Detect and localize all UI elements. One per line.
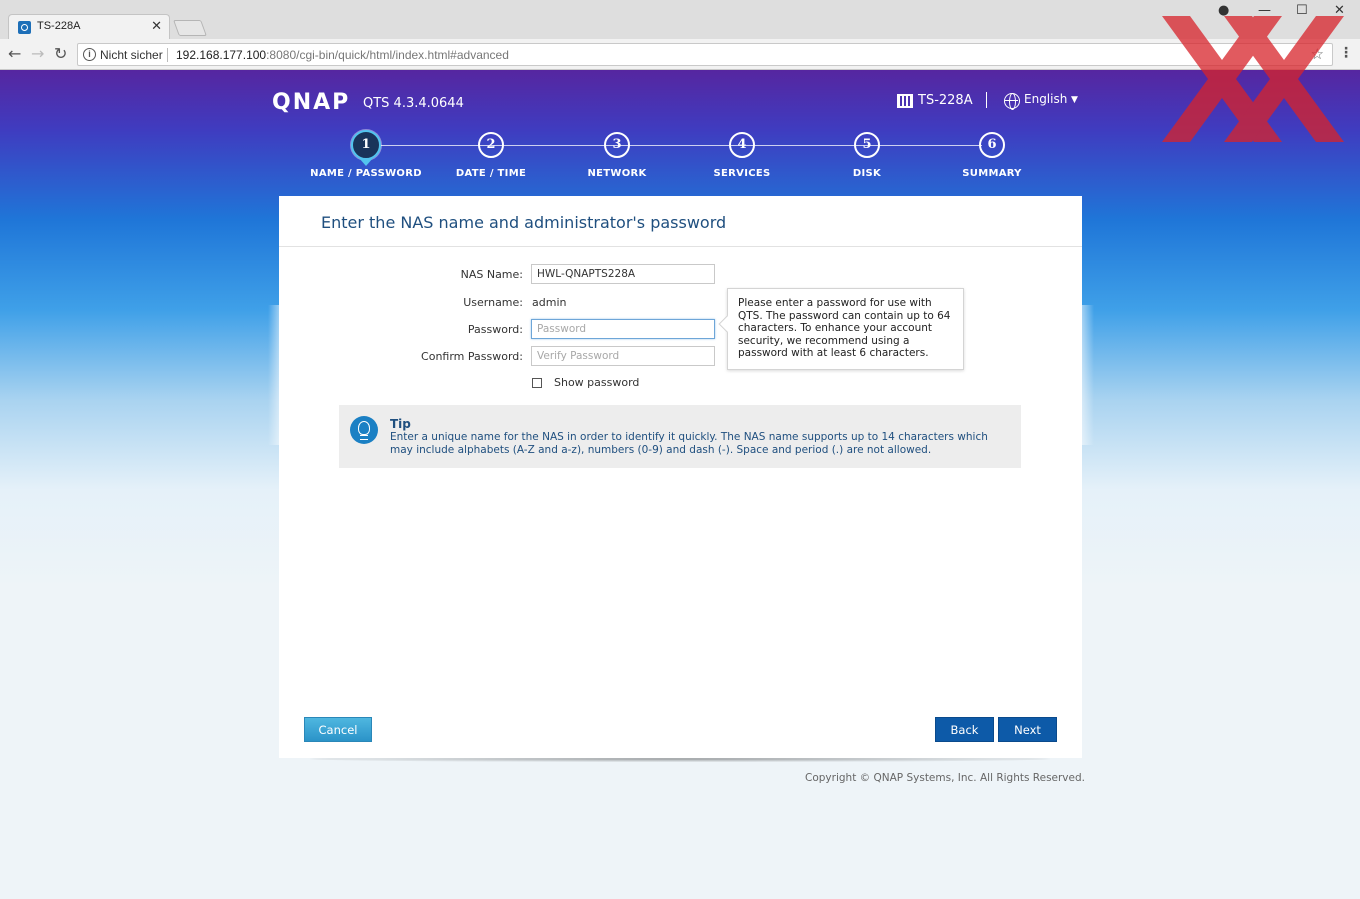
qnap-favicon-icon bbox=[18, 21, 31, 34]
browser-tab-bar: TS-228A ✕ ● — ☐ ✕ bbox=[0, 0, 1360, 39]
qnap-setup-page: QNAP QTS 4.3.4.0644 TS-228A English ▼ 1 … bbox=[0, 70, 1360, 899]
tooltip-text: Please enter a password for use with QTS… bbox=[738, 297, 951, 360]
step-label: DATE / TIME bbox=[455, 168, 527, 179]
tooltip-arrow bbox=[718, 315, 736, 333]
next-button[interactable]: Next bbox=[998, 717, 1057, 742]
url-path: :8080/cgi-bin/quick/html/index.html#adva… bbox=[266, 48, 509, 62]
security-status[interactable]: Nicht sicher bbox=[100, 48, 163, 62]
step-date-time[interactable]: 2 DATE / TIME bbox=[426, 132, 556, 179]
step-summary[interactable]: 6 SUMMARY bbox=[927, 132, 1057, 179]
active-step-pointer-icon bbox=[359, 158, 373, 166]
lightbulb-icon bbox=[350, 416, 378, 444]
nas-name-input[interactable] bbox=[531, 264, 715, 284]
tab-title: TS-228A bbox=[37, 20, 81, 32]
chevron-down-icon[interactable]: ▼ bbox=[1071, 95, 1078, 105]
nas-device-icon bbox=[897, 94, 913, 108]
confirm-password-input[interactable] bbox=[531, 346, 715, 366]
xx-watermark-logo bbox=[1162, 16, 1344, 142]
step-disk[interactable]: 5 DISK bbox=[802, 132, 932, 179]
qnap-logo: QNAP bbox=[272, 90, 351, 115]
step-label: NAME / PASSWORD bbox=[310, 168, 422, 179]
step-number: 6 bbox=[979, 132, 1005, 158]
reload-icon[interactable]: ↻ bbox=[54, 44, 67, 63]
step-number: 2 bbox=[478, 132, 504, 158]
tip-title: Tip bbox=[390, 417, 411, 431]
qts-version: QTS 4.3.4.0644 bbox=[363, 96, 464, 111]
show-password-checkbox[interactable] bbox=[532, 378, 542, 388]
step-label: SERVICES bbox=[713, 168, 771, 179]
step-number: 5 bbox=[854, 132, 880, 158]
confirm-password-label: Confirm Password: bbox=[421, 350, 523, 363]
password-tooltip: Please enter a password for use with QTS… bbox=[718, 288, 964, 370]
tab-close-icon[interactable]: ✕ bbox=[151, 18, 162, 34]
browser-tab[interactable]: TS-228A ✕ bbox=[8, 14, 170, 39]
step-number: 1 bbox=[351, 130, 381, 160]
decorative-glow-right bbox=[1080, 305, 1094, 445]
title-divider bbox=[279, 246, 1082, 247]
tip-text: Enter a unique name for the NAS in order… bbox=[390, 431, 988, 456]
password-input[interactable] bbox=[531, 319, 715, 339]
model-name: TS-228A bbox=[918, 93, 973, 108]
header-divider bbox=[986, 92, 987, 108]
step-label: DISK bbox=[852, 168, 882, 179]
tip-box: Tip Enter a unique name for the NAS in o… bbox=[339, 405, 1021, 468]
setup-card: Enter the NAS name and administrator's p… bbox=[279, 196, 1082, 758]
language-selector[interactable]: English bbox=[1024, 92, 1067, 106]
step-network[interactable]: 3 NETWORK bbox=[552, 132, 682, 179]
step-label: SUMMARY bbox=[962, 168, 1022, 179]
cancel-button[interactable]: Cancel bbox=[304, 717, 372, 742]
address-bar[interactable]: i Nicht sicher 192.168.177.100:8080/cgi-… bbox=[77, 43, 1333, 66]
step-name-password[interactable]: 1 NAME / PASSWORD bbox=[301, 130, 431, 179]
globe-icon[interactable] bbox=[1004, 93, 1020, 110]
step-services[interactable]: 4 SERVICES bbox=[677, 132, 807, 179]
copyright-text: Copyright © QNAP Systems, Inc. All Right… bbox=[805, 772, 1085, 784]
username-label: Username: bbox=[463, 296, 523, 309]
step-number: 3 bbox=[604, 132, 630, 158]
address-separator bbox=[167, 48, 168, 62]
forward-arrow-icon[interactable]: → bbox=[31, 44, 44, 63]
url-host: 192.168.177.100 bbox=[176, 48, 267, 62]
show-password-label[interactable]: Show password bbox=[554, 376, 639, 389]
back-button[interactable]: Back bbox=[935, 717, 994, 742]
step-number: 4 bbox=[729, 132, 755, 158]
back-arrow-icon[interactable]: ← bbox=[8, 44, 21, 63]
step-label: NETWORK bbox=[587, 168, 647, 179]
username-value: admin bbox=[532, 296, 567, 309]
password-label: Password: bbox=[467, 323, 523, 336]
new-tab-button[interactable] bbox=[173, 20, 207, 36]
info-icon[interactable]: i bbox=[83, 48, 96, 61]
url-text[interactable]: 192.168.177.100:8080/cgi-bin/quick/html/… bbox=[176, 48, 509, 62]
page-title: Enter the NAS name and administrator's p… bbox=[321, 213, 727, 232]
browser-toolbar: ← → ↻ i Nicht sicher 192.168.177.100:808… bbox=[0, 39, 1360, 70]
nas-name-label: NAS Name: bbox=[460, 268, 523, 281]
